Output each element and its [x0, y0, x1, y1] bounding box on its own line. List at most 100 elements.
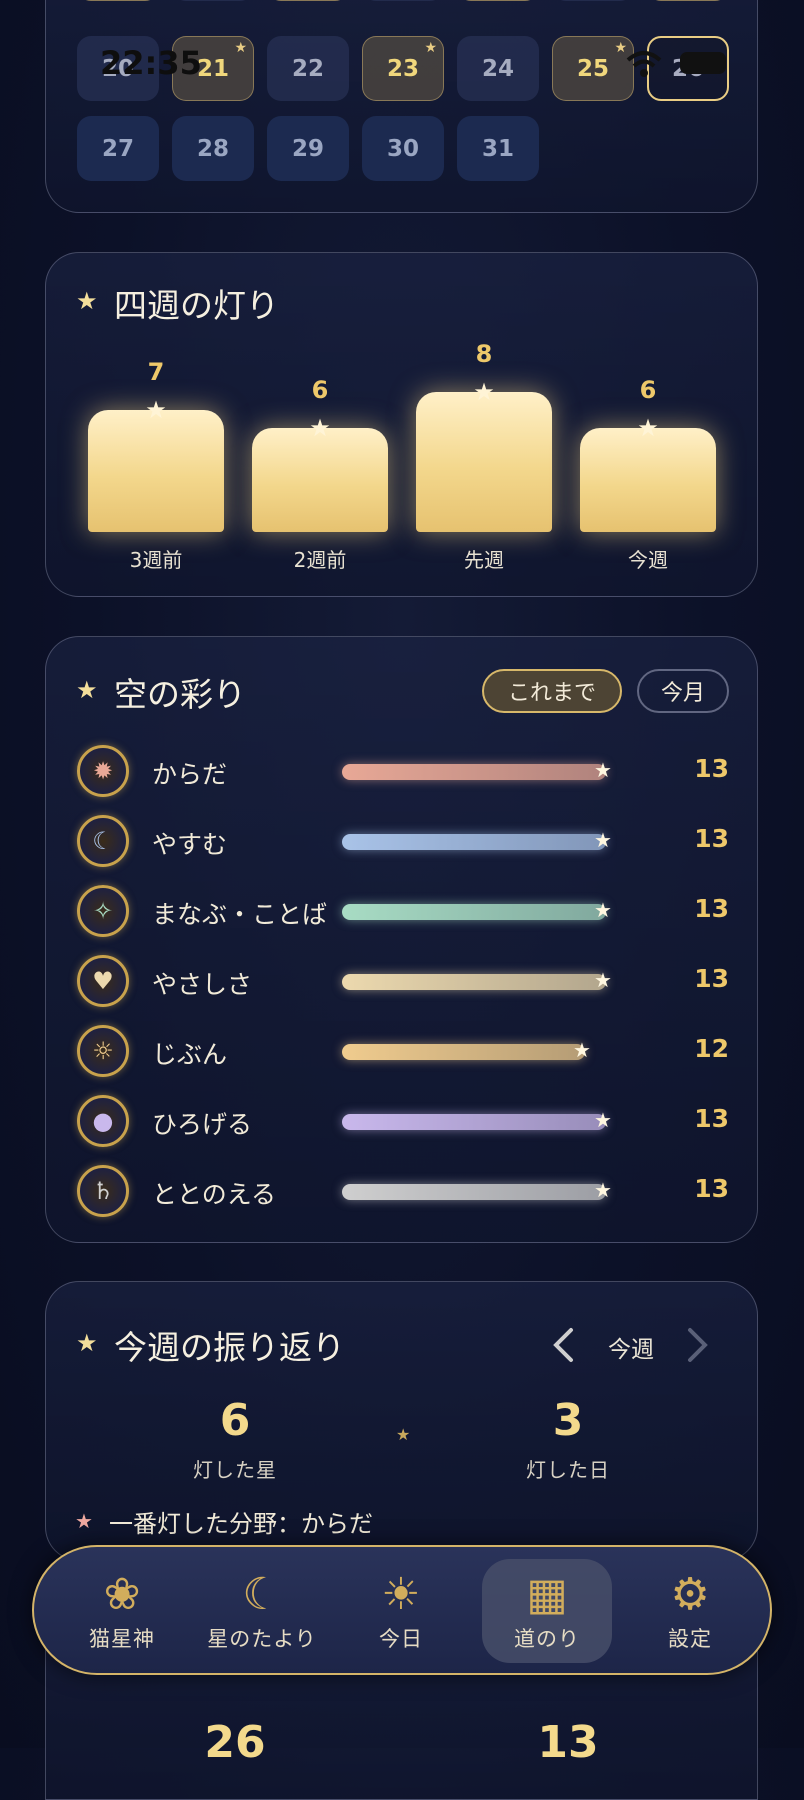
- week-bar-label: 今週: [628, 548, 668, 572]
- sun-medal-icon: ☼: [77, 1025, 129, 1077]
- star-icon: ★: [145, 396, 167, 424]
- category-row[interactable]: ♄ ととのえる ★ 13: [46, 1157, 759, 1227]
- days-lit-label: 灯した日: [526, 1458, 610, 1482]
- cat-icon: ❀: [103, 1569, 141, 1620]
- moon-medal-icon: ☾: [77, 815, 129, 867]
- star-icon: ★: [594, 1178, 612, 1202]
- calendar-day[interactable]: [647, 0, 729, 1]
- category-progress-bar: [342, 1184, 606, 1200]
- status-bar: 22:35: [0, 44, 804, 88]
- week-bar-value: 6: [311, 376, 329, 404]
- days-lit-value: 3: [552, 1395, 584, 1446]
- category-row[interactable]: ☾ やすむ ★ 13: [46, 807, 759, 877]
- star-icon: ★: [594, 898, 612, 922]
- category-label: やすむ: [152, 830, 228, 859]
- chevron-left-icon[interactable]: [551, 1327, 575, 1363]
- star-icon: ★: [76, 287, 98, 315]
- category-progress-bar: [342, 974, 606, 990]
- bottom-nav: ❀ 猫星神 ☾ 星のたより ☀ 今日 ▦ 道のり ⚙ 設定: [32, 1545, 772, 1675]
- filter-all-time-button[interactable]: これまで: [482, 669, 622, 713]
- top-category-text: 一番灯した分野：からだ: [109, 1510, 373, 1538]
- weekly-review-card: ★ 今週の振り返り 今週 6 灯した星 ★ 3 灯した日 ★ 一番灯した分野：か…: [45, 1281, 758, 1561]
- category-row[interactable]: ✹ からだ ★ 13: [46, 737, 759, 807]
- week-bar-label: 先週: [464, 548, 504, 572]
- calendar-day[interactable]: [552, 0, 634, 1]
- nav-label: 猫星神: [89, 1627, 155, 1651]
- calendar-day[interactable]: 31: [457, 116, 539, 181]
- planet-medal-icon: ●: [77, 1095, 129, 1147]
- category-label: ととのえる: [152, 1180, 277, 1209]
- calendar-day[interactable]: [457, 0, 539, 1]
- pink-star-icon: ★: [75, 1509, 93, 1533]
- category-count: 13: [694, 824, 729, 853]
- nav-label: 設定: [668, 1627, 712, 1651]
- week-bar-label: 3週前: [129, 548, 183, 572]
- week-bar: [88, 410, 224, 532]
- calendar-day[interactable]: 30: [362, 116, 444, 181]
- category-label: まなぶ・ことば: [152, 900, 328, 929]
- category-count: 13: [694, 1174, 729, 1203]
- category-label: ひろげる: [152, 1110, 253, 1139]
- category-count: 13: [694, 894, 729, 923]
- week-bar: [252, 428, 388, 532]
- nav-item-calendar[interactable]: ▦ 道のり: [482, 1559, 612, 1663]
- star-icon: ★: [594, 1108, 612, 1132]
- category-label: からだ: [152, 760, 228, 789]
- star-icon: ★: [594, 828, 612, 852]
- category-progress-bar: [342, 1114, 606, 1130]
- category-count: 12: [694, 1034, 729, 1063]
- star-icon: ★: [309, 414, 331, 442]
- category-row[interactable]: ♥ やさしさ ★ 13: [46, 947, 759, 1017]
- nav-item-cat[interactable]: ❀ 猫星神: [57, 1559, 187, 1663]
- category-progress-bar: [342, 904, 606, 920]
- star-icon: ★: [637, 414, 659, 442]
- gear-icon: ⚙: [670, 1569, 710, 1620]
- wifi-icon: [626, 51, 662, 77]
- summary-left-value: 26: [204, 1717, 266, 1768]
- section-title: 空の彩り: [114, 675, 246, 714]
- category-progress-bar: [342, 834, 606, 850]
- star-icon: ★: [76, 676, 98, 704]
- filter-this-month-button[interactable]: 今月: [637, 669, 729, 713]
- nav-label: 今日: [379, 1627, 423, 1651]
- nav-item-crescent-moon[interactable]: ☾ 星のたより: [197, 1559, 327, 1663]
- calendar-day[interactable]: 27: [77, 116, 159, 181]
- nav-item-sun[interactable]: ☀ 今日: [336, 1559, 466, 1663]
- week-bar-value: 6: [639, 376, 657, 404]
- calendar-day[interactable]: [77, 0, 159, 1]
- crescent-moon-icon: ☾: [242, 1569, 282, 1620]
- sun-icon: ☀: [381, 1569, 421, 1620]
- category-row[interactable]: ● ひろげる ★ 13: [46, 1087, 759, 1157]
- nav-label: 道のり: [514, 1627, 580, 1651]
- star-icon: ★: [594, 968, 612, 992]
- calendar-day[interactable]: 29: [267, 116, 349, 181]
- star-icon: ★: [76, 1329, 98, 1357]
- week-period-label: 今週: [608, 1337, 654, 1363]
- nav-item-gear[interactable]: ⚙ 設定: [625, 1559, 755, 1663]
- chevron-right-icon[interactable]: [686, 1327, 710, 1363]
- stars-lit-label: 灯した星: [193, 1458, 277, 1482]
- week-bar: [580, 428, 716, 532]
- stars-lit-value: 6: [219, 1395, 251, 1446]
- week-bar-value: 7: [147, 358, 165, 386]
- flame-medal-icon: ✹: [77, 745, 129, 797]
- calendar-icon: ▦: [526, 1569, 568, 1620]
- category-row[interactable]: ☼ じぶん ★ 12: [46, 1017, 759, 1087]
- star-icon: ★: [473, 378, 495, 406]
- calendar-day[interactable]: 28: [172, 116, 254, 181]
- sky-colors-card: ★ 空の彩り これまで 今月 ✹ からだ ★ 13 ☾ やすむ ★ 13 ✧ まなぶ・ことば ★ 13…: [45, 636, 758, 1243]
- nav-label: 星のたより: [207, 1627, 317, 1651]
- week-bar-label: 2週前: [293, 548, 347, 572]
- heart-medal-icon: ♥: [77, 955, 129, 1007]
- section-title: 今週の振り返り: [114, 1328, 345, 1367]
- category-label: じぶん: [152, 1040, 228, 1069]
- category-count: 13: [694, 754, 729, 783]
- star-icon: ★: [573, 1038, 591, 1062]
- category-row[interactable]: ✧ まなぶ・ことば ★ 13: [46, 877, 759, 947]
- book-medal-icon: ✧: [77, 885, 129, 937]
- calendar-day[interactable]: [362, 0, 444, 1]
- calendar-day[interactable]: [267, 0, 349, 1]
- category-count: 13: [694, 1104, 729, 1133]
- calendar-day[interactable]: [172, 0, 254, 1]
- saturn-medal-icon: ♄: [77, 1165, 129, 1217]
